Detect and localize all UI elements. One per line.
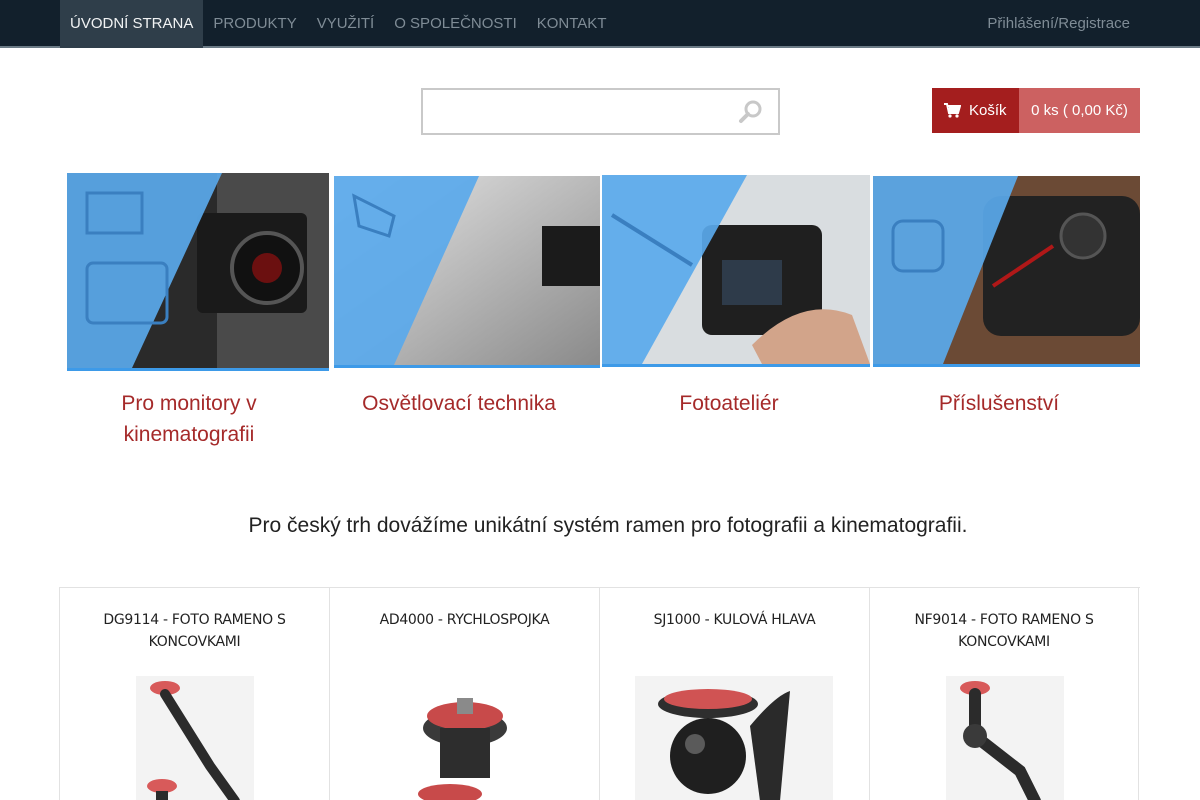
nav-item-about[interactable]: O společnosti [384, 0, 527, 48]
shopping-cart-icon [944, 103, 961, 118]
cart-summary[interactable]: 0 ks ( 0,00 Kč) [1019, 88, 1140, 133]
tagline: Pro český trh dovážíme unikátní systém r… [248, 514, 968, 537]
category-title[interactable]: Fotoateliér [594, 388, 864, 419]
product-name[interactable]: NF9014 - foto rameno s koncovkami [890, 609, 1118, 653]
search-icon[interactable] [738, 99, 764, 125]
category-title[interactable]: Osvětlovací technika [324, 388, 594, 419]
product-card[interactable]: AD4000 - rychlospojka [329, 588, 599, 800]
product-list: DG9114 - foto rameno s koncovkami AD4000… [59, 587, 1140, 800]
category-image[interactable] [602, 175, 870, 367]
search-box [421, 88, 780, 135]
product-image[interactable] [600, 676, 869, 800]
category-image[interactable] [873, 176, 1140, 367]
cart-label-area[interactable]: Košík [932, 88, 1019, 133]
nav-item-home[interactable]: Úvodní strana [60, 0, 204, 48]
nav-item-contact[interactable]: Kontakt [527, 0, 617, 48]
category-image[interactable] [334, 176, 600, 368]
product-name[interactable]: SJ1000 - kulová hlava [620, 609, 849, 631]
main-menu: Úvodní strana Produkty Využití O společn… [60, 0, 616, 48]
cart-label: Košík [969, 102, 1007, 119]
product-card[interactable]: DG9114 - foto rameno s koncovkami [59, 588, 329, 800]
product-name[interactable]: DG9114 - foto rameno s koncovkami [80, 609, 309, 653]
nav-item-usage[interactable]: Využití [307, 0, 385, 48]
nav-item-products[interactable]: Produkty [203, 0, 306, 48]
product-card[interactable]: NF9014 - foto rameno s koncovkami [869, 588, 1139, 800]
cart-button[interactable]: Košík 0 ks ( 0,00 Kč) [932, 88, 1140, 133]
category-image[interactable] [67, 173, 329, 371]
category-title[interactable]: Příslušenství [864, 388, 1134, 419]
search-input[interactable] [423, 90, 723, 133]
category-title[interactable]: Pro monitory v kinematografii [54, 388, 324, 450]
product-image[interactable] [870, 676, 1139, 800]
product-card[interactable]: SJ1000 - kulová hlava [599, 588, 869, 800]
product-image[interactable] [60, 676, 329, 800]
login-register-link[interactable]: Přihlášení/Registrace [987, 0, 1130, 47]
product-image[interactable] [330, 676, 599, 800]
top-navigation: Úvodní strana Produkty Využití O společn… [0, 0, 1200, 48]
product-name[interactable]: AD4000 - rychlospojka [350, 609, 579, 631]
